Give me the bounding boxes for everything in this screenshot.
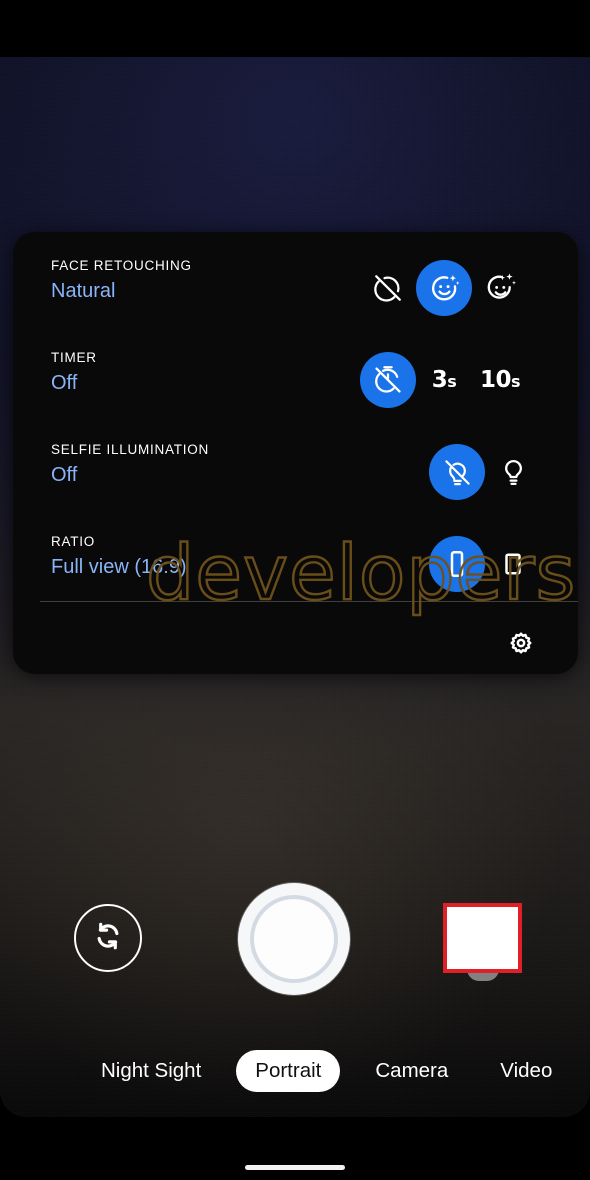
navigation-bar	[0, 1117, 590, 1180]
option-face-retouching-off[interactable]	[360, 260, 416, 316]
timer-10s-label: 10s	[479, 367, 521, 393]
mode-camera[interactable]: Camera	[356, 1050, 467, 1092]
mode-night-sight[interactable]: Night Sight	[82, 1050, 220, 1092]
phone-screen: developers FACE RETOUCHING Natural	[0, 0, 590, 1180]
option-timer-off[interactable]	[360, 352, 416, 408]
camera-settings-panel: FACE RETOUCHING Natural TIMER Off 3s 10s…	[13, 232, 578, 674]
flip-camera-icon	[89, 917, 127, 960]
gesture-navigation-pill[interactable]	[245, 1165, 345, 1170]
ratio-4-3-icon	[498, 549, 528, 579]
option-face-retouching-natural[interactable]	[416, 260, 472, 316]
panel-divider	[40, 601, 578, 602]
option-selfie-illumination-off[interactable]	[429, 444, 485, 500]
mode-selector: Night Sight Portrait Camera Video	[0, 1043, 590, 1099]
gallery-thumbnail[interactable]	[443, 903, 522, 973]
more-settings-button[interactable]	[498, 622, 544, 668]
timer-off-icon	[372, 364, 404, 396]
face-retouching-label: FACE RETOUCHING	[51, 258, 192, 273]
bulb-on-icon	[498, 457, 529, 488]
option-face-retouching-enhanced[interactable]	[472, 260, 528, 316]
ratio-label: RATIO	[51, 534, 95, 549]
option-selfie-illumination-on[interactable]	[485, 444, 541, 500]
mode-portrait[interactable]: Portrait	[236, 1050, 341, 1092]
option-ratio-full-view[interactable]	[429, 536, 485, 592]
face-retouch-enhanced-icon	[484, 272, 517, 305]
shutter-button[interactable]	[238, 883, 350, 995]
gear-icon	[506, 628, 536, 663]
shutter-inner-ring	[250, 895, 338, 983]
mode-video[interactable]: Video	[481, 1050, 571, 1092]
option-ratio-4-3[interactable]	[485, 536, 541, 592]
selfie-illumination-label: SELFIE ILLUMINATION	[51, 442, 210, 457]
timer-value: Off	[51, 372, 78, 394]
face-retouch-natural-icon	[428, 272, 461, 305]
ratio-16-9-icon	[442, 549, 472, 579]
flip-camera-button[interactable]	[74, 904, 142, 972]
ratio-value: Full view (16:9)	[51, 556, 187, 578]
timer-3s-label: 3s	[431, 367, 457, 393]
timer-label: TIMER	[51, 350, 97, 365]
option-timer-3s[interactable]: 3s	[416, 352, 472, 408]
face-retouching-value: Natural	[51, 280, 116, 302]
bulb-off-icon	[442, 457, 473, 488]
face-retouch-off-icon	[372, 272, 404, 304]
option-timer-10s[interactable]: 10s	[472, 352, 528, 408]
status-bar	[0, 0, 590, 57]
selfie-illumination-value: Off	[51, 464, 78, 486]
